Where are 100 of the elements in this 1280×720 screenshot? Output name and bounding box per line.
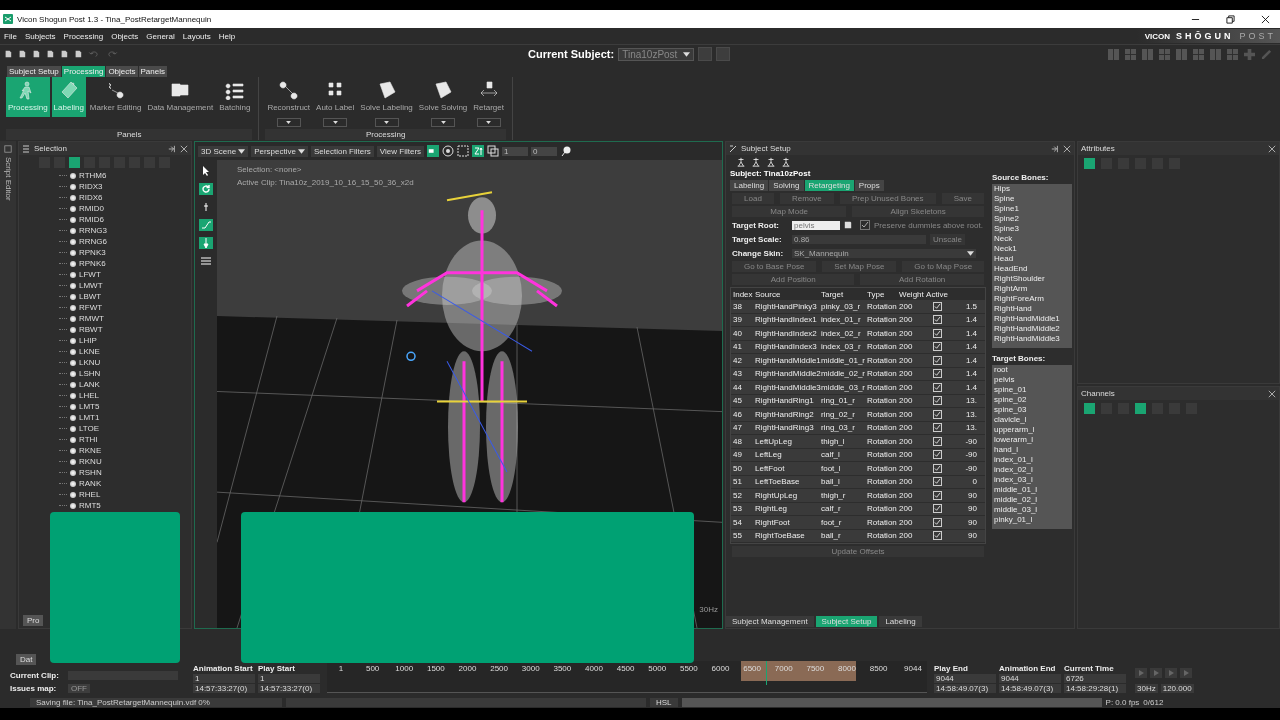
bone-item[interactable]: clavicle_l	[994, 415, 1072, 425]
bone-item[interactable]: Spine	[994, 194, 1072, 204]
marker-item[interactable]: LANK	[79, 380, 100, 389]
marker-item[interactable]: RFWT	[79, 303, 103, 312]
bone-item[interactable]: spine_01	[994, 385, 1072, 395]
marker-item[interactable]: RHEL	[79, 490, 101, 499]
number-field[interactable]: 1	[502, 146, 529, 156]
time-field[interactable]: 14:57:33:27(0)	[193, 684, 255, 693]
brush-icon[interactable]	[199, 237, 213, 249]
bone-item[interactable]: Head	[994, 254, 1072, 264]
bone-item[interactable]: spine_03	[994, 405, 1072, 415]
marker-item[interactable]: LTOE	[79, 424, 100, 433]
checkbox[interactable]	[932, 463, 942, 473]
marker-item[interactable]: RMWT	[79, 314, 104, 323]
checkbox[interactable]	[932, 504, 942, 514]
rate-dropdown[interactable]: 30Hz	[1135, 684, 1158, 693]
checkbox[interactable]	[932, 450, 942, 460]
bone-item[interactable]: RightForeArm	[994, 294, 1072, 304]
filter-button[interactable]: View Filters	[376, 145, 425, 157]
checkbox[interactable]	[932, 355, 942, 365]
bone-item[interactable]: HeadEnd	[994, 264, 1072, 274]
panel-tab[interactable]: Pro	[23, 614, 44, 626]
checkbox[interactable]	[932, 315, 942, 325]
marker-item[interactable]: LBWT	[79, 292, 102, 301]
bone-item[interactable]: spine_02	[994, 395, 1072, 405]
speed-field[interactable]: 120.000	[1160, 684, 1194, 693]
marker-item[interactable]: RMT5	[79, 501, 101, 510]
dock-icon[interactable]	[168, 144, 176, 153]
time-field[interactable]: 14:58:49.07(3)	[934, 684, 996, 693]
color-mode-button[interactable]: HSL	[650, 697, 678, 707]
bone-item[interactable]: RightHand	[994, 304, 1072, 314]
bone-item[interactable]: Spine3	[994, 224, 1072, 234]
marker-item[interactable]: RPNK3	[79, 248, 106, 257]
ribbon-button[interactable]: Solve Solving	[416, 77, 470, 117]
marker-item[interactable]: RKNE	[79, 446, 102, 455]
menu-item[interactable]: General	[146, 31, 175, 41]
bone-item[interactable]: RightArm	[994, 284, 1072, 294]
frame-field[interactable]: 9044	[999, 674, 1061, 683]
column-header[interactable]: Source	[755, 289, 821, 299]
column-header[interactable]: Index	[731, 289, 755, 299]
issues-toggle[interactable]: OFF	[68, 684, 90, 693]
save-icon[interactable]	[844, 221, 852, 229]
marker-item[interactable]: LFWT	[79, 270, 101, 279]
menu-item[interactable]: Layouts	[182, 31, 211, 41]
time-field[interactable]: 14:57:33:27(0)	[258, 684, 320, 693]
bone-item[interactable]: middle_03_l	[994, 505, 1072, 515]
filter-button[interactable]: Selection Filters	[310, 145, 374, 157]
marker-item[interactable]: LHIP	[79, 336, 97, 345]
checkbox[interactable]	[932, 423, 942, 433]
unscale-button[interactable]: Unscale	[930, 233, 965, 245]
marker-item[interactable]: RPNK6	[79, 259, 106, 268]
bone-item[interactable]: RightHandMiddle3	[994, 334, 1072, 344]
script-editor-tab[interactable]: Script Editor	[3, 157, 13, 201]
ribbon-tab[interactable]: Panels	[138, 66, 167, 77]
ribbon-button[interactable]: Data Management	[145, 77, 216, 117]
bone-item[interactable]: Spine2	[994, 214, 1072, 224]
marker-item[interactable]: RBWT	[79, 325, 103, 334]
checkbox[interactable]	[932, 369, 942, 379]
marker-item[interactable]: LMWT	[79, 281, 103, 290]
skin-dropdown[interactable]: SK_Mannequin	[792, 248, 976, 258]
checkbox[interactable]	[860, 220, 870, 230]
marker-item[interactable]: RMID6	[79, 215, 104, 224]
bone-item[interactable]: pinky_01_l	[994, 515, 1072, 525]
marker-item[interactable]: RMID0	[79, 204, 104, 213]
marker-item[interactable]: RTHI	[79, 435, 98, 444]
target-root-field[interactable]: pelvis	[792, 220, 840, 230]
panel-tab[interactable]: Dat	[16, 654, 37, 665]
checkbox[interactable]	[932, 342, 942, 352]
dropdown-button[interactable]	[431, 118, 456, 127]
checkbox[interactable]	[932, 490, 942, 500]
ribbon-button[interactable]: Reconstruct	[265, 77, 313, 117]
bone-item[interactable]: Spine1	[994, 204, 1072, 214]
bone-item[interactable]: Hips	[994, 184, 1072, 194]
dropdown-button[interactable]	[323, 118, 348, 127]
close-icon[interactable]	[1261, 14, 1270, 24]
skeleton-icon[interactable]	[751, 157, 761, 167]
bone-item[interactable]: hand_l	[994, 445, 1072, 455]
dropdown-button[interactable]	[374, 118, 399, 127]
skeleton-icon[interactable]	[766, 157, 776, 167]
checkbox[interactable]	[932, 409, 942, 419]
checkbox[interactable]	[932, 382, 942, 392]
bone-item[interactable]: RightShoulder	[994, 274, 1072, 284]
marker-item[interactable]: LMT5	[79, 402, 100, 411]
ribbon-button[interactable]: Solve Labeling	[358, 77, 415, 117]
restore-icon[interactable]	[1226, 14, 1235, 24]
bone-item[interactable]: index_03_l	[994, 475, 1072, 485]
axis-icon[interactable]	[472, 145, 485, 157]
ribbon-button[interactable]: Auto Label	[314, 77, 357, 117]
bone-item[interactable]: RightHandMiddle1	[994, 314, 1072, 324]
bone-item[interactable]: pelvis	[994, 375, 1072, 385]
bone-item[interactable]: index_02_l	[994, 465, 1072, 475]
marker-item[interactable]: LMT1	[79, 413, 100, 422]
marker-item[interactable]: RTHM6	[79, 171, 107, 180]
frame-field[interactable]: 9044	[934, 674, 996, 683]
marker-item[interactable]: RIDX3	[79, 182, 103, 191]
number-field[interactable]: 0	[531, 146, 558, 156]
dropdown-button[interactable]	[276, 118, 301, 127]
skeleton-icon[interactable]	[781, 157, 791, 167]
checkbox[interactable]	[932, 436, 942, 446]
menu-item[interactable]: File	[4, 31, 17, 41]
